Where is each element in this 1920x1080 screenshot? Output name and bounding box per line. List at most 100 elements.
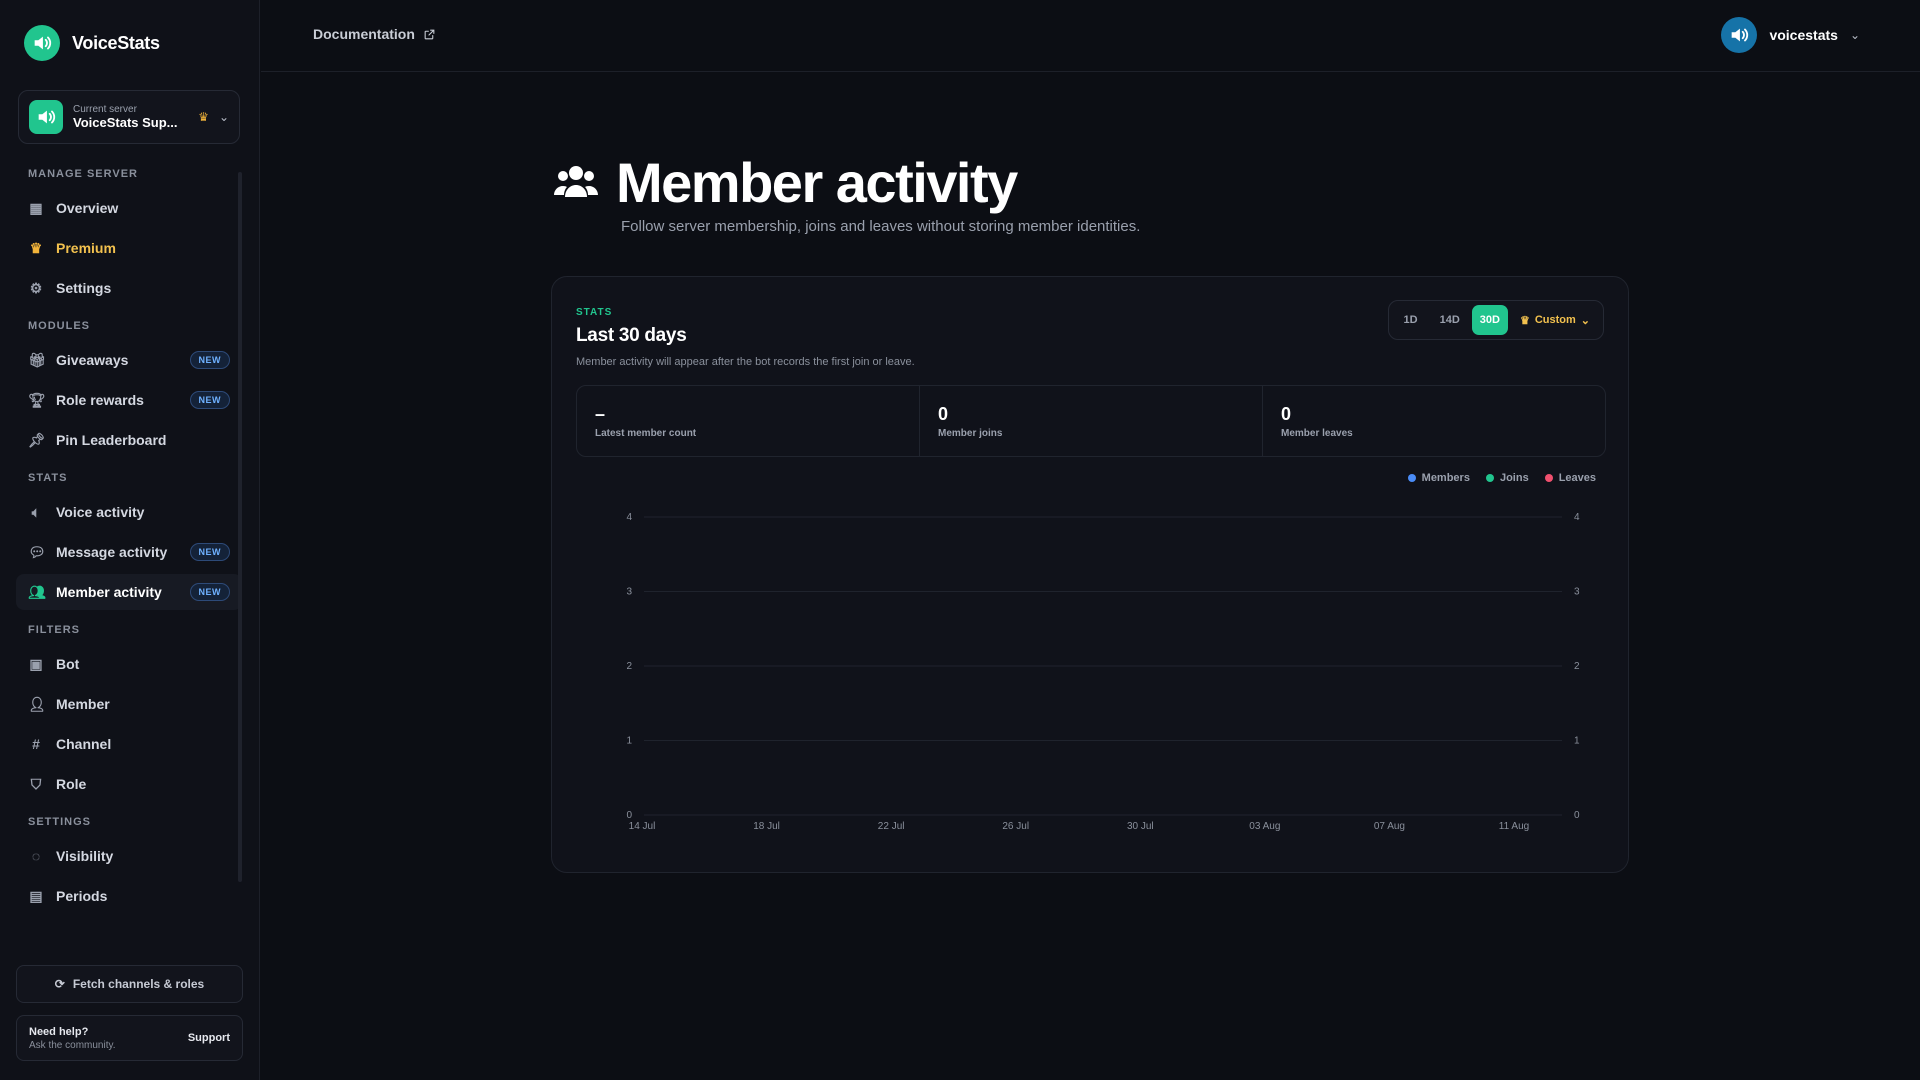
sidebar-item-bot[interactable]: ▣ Bot xyxy=(16,646,242,682)
users-icon: 👥︎ xyxy=(28,583,46,600)
sidebar-item-giveaways[interactable]: 🎁︎ Giveaways NEW xyxy=(16,342,242,378)
speaker-icon: 🔈︎ xyxy=(31,503,41,520)
documentation-link[interactable]: Documentation xyxy=(313,26,436,42)
chevron-down-icon: ⌄ xyxy=(218,110,229,124)
y-tick-left: 3 xyxy=(626,587,632,598)
nav-section-title: MODULES xyxy=(28,320,90,332)
stats-card: STATS Last 30 days Member activity will … xyxy=(551,276,1629,873)
x-tick: 22 Jul xyxy=(878,821,905,832)
y-tick-left: 4 xyxy=(626,512,632,523)
help-card: Need help? Ask the community. Support xyxy=(16,1015,243,1061)
chevron-down-icon: ⌄ xyxy=(1849,28,1860,42)
user-menu[interactable]: voicestats ⌄ xyxy=(1721,17,1860,53)
sidebar-nav: MANAGE SERVER ▦ Overview ♛ Premium ⚙ Settings M… xyxy=(16,168,242,918)
gift-icon: 🎁︎ xyxy=(28,351,46,368)
topbar: Documentation voicestats ⌄ xyxy=(261,0,1920,72)
help-title: Need help? xyxy=(29,1025,89,1038)
y-tick-left: 0 xyxy=(626,810,632,821)
external-link-icon xyxy=(424,29,435,39)
sidebar-item-label: Member activity xyxy=(56,584,162,600)
crown-icon: ♛ xyxy=(29,239,43,256)
server-caption: Current server xyxy=(73,104,137,115)
fetch-channels-button[interactable]: ⟳ Fetch channels & roles xyxy=(16,965,243,1003)
sidebar-item-overview[interactable]: ▦ Overview xyxy=(16,190,242,226)
sidebar-item-label: Premium xyxy=(56,240,116,256)
help-subtitle: Ask the community. xyxy=(29,1039,116,1051)
hash-icon: # xyxy=(32,736,40,752)
username: voicestats xyxy=(1769,27,1838,43)
sidebar-item-message-activity[interactable]: 💬︎ Message activity NEW xyxy=(16,534,242,570)
sidebar-item-label: Overview xyxy=(56,200,119,216)
page-subtitle: Follow server membership, joins and leav… xyxy=(621,218,1141,235)
pin-icon: 📌︎ xyxy=(28,431,46,448)
shield-icon: ⛉ xyxy=(30,775,42,792)
documentation-label: Documentation xyxy=(313,26,415,42)
y-tick-left: 2 xyxy=(626,661,632,672)
sidebar-item-label: Channel xyxy=(56,736,112,752)
sidebar-item-visibility[interactable]: ◌ Visibility xyxy=(16,838,242,874)
sidebar-item-premium[interactable]: ♛ Premium xyxy=(16,230,242,266)
sidebar-item-channel[interactable]: # Channel xyxy=(16,726,242,762)
server-name: VoiceStats Sup... xyxy=(73,115,178,130)
sidebar-scrollbar[interactable] xyxy=(238,172,242,882)
y-tick-right: 0 xyxy=(1574,810,1580,821)
sidebar-item-label: Visibility xyxy=(56,848,114,864)
grid-icon: ▦ xyxy=(29,199,43,216)
nav-section-title: STATS xyxy=(28,472,68,484)
user-avatar xyxy=(1721,17,1758,53)
y-tick-right: 2 xyxy=(1574,661,1580,672)
brand[interactable]: VoiceStats xyxy=(24,25,160,61)
member-activity-chart: 0 1 2 3 4 0 1 2 3 4 14 Jul 18 Jul 22 Jul 26 Jul 30 Jul… xyxy=(626,512,1580,832)
sidebar-item-label: Settings xyxy=(56,280,112,296)
sidebar: VoiceStats Current server VoiceStats Sup… xyxy=(0,0,260,1080)
sidebar-item-member-activity[interactable]: 👥︎ Member activity NEW xyxy=(16,574,242,610)
y-tick-right: 4 xyxy=(1574,512,1580,523)
page-header: Member activity Follow server membership… xyxy=(552,150,1140,235)
sidebar-item-role[interactable]: ⛉ Role xyxy=(16,766,242,802)
x-tick: 03 Aug xyxy=(1249,821,1280,832)
sidebar-item-pin-leaderboard[interactable]: 📌︎ Pin Leaderboard xyxy=(16,422,242,458)
x-tick: 30 Jul xyxy=(1127,821,1154,832)
x-tick: 14 Jul xyxy=(629,821,656,832)
y-tick-right: 1 xyxy=(1574,736,1580,747)
sidebar-item-label: Message activity xyxy=(56,544,168,560)
new-badge: NEW xyxy=(189,391,230,409)
nav-section-title: FILTERS xyxy=(28,624,81,636)
nav-section-title: MANAGE SERVER xyxy=(28,168,138,180)
sidebar-item-settings[interactable]: ⚙ Settings xyxy=(16,270,242,306)
sidebar-item-label: Role rewards xyxy=(56,392,144,408)
sidebar-item-label: Giveaways xyxy=(56,352,129,368)
sidebar-item-label: Pin Leaderboard xyxy=(56,432,167,448)
users-icon xyxy=(554,166,598,197)
crown-icon: ♛ xyxy=(198,110,209,124)
sidebar-item-label: Periods xyxy=(56,888,108,904)
speaker-logo-icon xyxy=(24,25,60,61)
fetch-label: Fetch channels & roles xyxy=(72,977,205,991)
sidebar-item-label: Bot xyxy=(56,656,80,672)
refresh-icon: ⟳ xyxy=(54,977,65,991)
sidebar-item-label: Member xyxy=(56,696,110,712)
page-title: Member activity xyxy=(616,151,1018,214)
brand-name: VoiceStats xyxy=(72,32,160,53)
server-selector[interactable]: Current server VoiceStats Sup... ♛ ⌄ xyxy=(18,90,240,144)
gear-icon: ⚙ xyxy=(29,279,43,296)
new-badge: NEW xyxy=(189,351,230,369)
sidebar-item-voice-activity[interactable]: 🔈︎ Voice activity xyxy=(16,494,242,530)
sidebar-item-label: Role xyxy=(56,776,87,792)
new-badge: NEW xyxy=(189,583,230,601)
y-tick-right: 3 xyxy=(1574,587,1580,598)
new-badge: NEW xyxy=(189,543,230,561)
trophy-icon: 🏆︎ xyxy=(28,391,46,408)
sidebar-item-label: Voice activity xyxy=(56,504,145,520)
user-icon: 👤︎ xyxy=(28,695,46,712)
support-link[interactable]: Support xyxy=(188,1032,230,1044)
sidebar-item-member[interactable]: 👤︎ Member xyxy=(16,686,242,722)
x-tick: 18 Jul xyxy=(753,821,780,832)
x-tick: 11 Aug xyxy=(1499,821,1529,832)
x-tick: 07 Aug xyxy=(1374,821,1405,832)
bot-icon: ▣ xyxy=(29,655,43,672)
x-tick: 26 Jul xyxy=(1002,821,1029,832)
message-icon: 💬︎ xyxy=(28,543,46,560)
sidebar-item-role-rewards[interactable]: 🏆︎ Role rewards NEW xyxy=(16,382,242,418)
sidebar-item-periods[interactable]: ▤ Periods xyxy=(16,878,242,914)
